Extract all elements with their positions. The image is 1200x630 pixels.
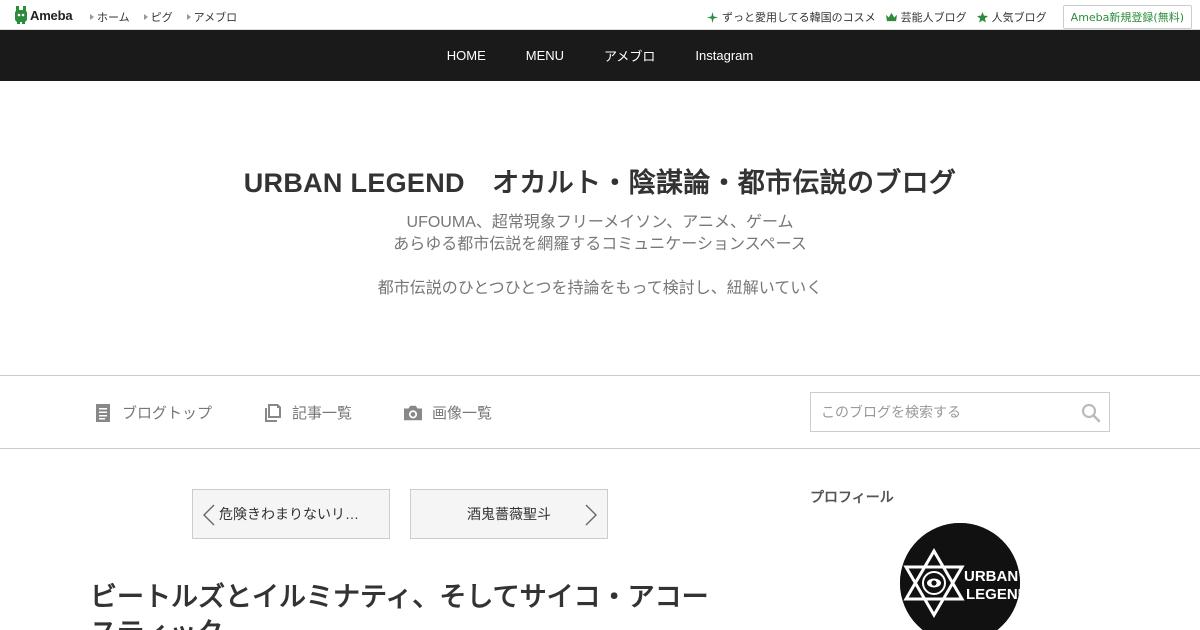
- popular-blog-link[interactable]: 人気ブログ: [976, 9, 1047, 25]
- triangle-right-icon: [186, 14, 191, 20]
- entry-title[interactable]: ビートルズとイルミナティ、そしてサイコ・アコースティック: [90, 579, 730, 630]
- sub-nav-blog-top[interactable]: ブログトップ: [94, 402, 212, 423]
- prev-entry-title: 危険きわまりないリ…: [219, 506, 359, 522]
- triangle-right-icon: [143, 14, 148, 20]
- avatar[interactable]: URBAN LEGEND: [900, 523, 1020, 630]
- blog-nav-bar: HOME MENU アメブロ Instagram: [0, 30, 1200, 81]
- urban-legend-logo: URBAN LEGEND: [900, 523, 1020, 630]
- ameba-mascot-icon: [15, 6, 27, 24]
- blog-nav-home[interactable]: HOME: [447, 48, 486, 63]
- global-nav-pigg[interactable]: ピグ: [143, 9, 173, 25]
- ameba-logo[interactable]: Ameba: [14, 6, 73, 24]
- copy-icon: [265, 403, 282, 422]
- logo-text-urban: URBAN: [964, 568, 1018, 585]
- global-nav-ameblo[interactable]: アメブロ: [186, 9, 237, 25]
- star-icon: [976, 11, 988, 23]
- logo-text-legend: LEGEND: [966, 586, 1020, 603]
- global-header-right: ずっと愛用してる韓国のコスメ 芸能人ブログ 人気ブログ Ameba新規登録(無料…: [707, 5, 1192, 29]
- blog-search-box: [810, 392, 1110, 432]
- celebrity-blog-link[interactable]: 芸能人ブログ: [885, 9, 967, 25]
- blog-description-line: 都市伝説のひとつひとつを持論をもって検討し、紐解いていく: [377, 280, 823, 297]
- blog-sub-nav: ブログトップ 記事一覧 画像一覧: [0, 376, 1200, 449]
- document-icon: [96, 403, 110, 422]
- ameba-logo-text: Ameba: [30, 7, 73, 23]
- profile-heading: プロフィール: [810, 489, 894, 505]
- chevron-left-icon: [203, 504, 215, 526]
- blog-nav-instagram[interactable]: Instagram: [695, 48, 753, 63]
- sparkle-icon: [707, 11, 718, 23]
- ameba-global-nav: ホーム ピグ アメブロ: [90, 9, 237, 25]
- blog-header: URBAN LEGEND オカルト・陰謀論・都市伝説のブログ UFOUMA、超常…: [0, 81, 1200, 376]
- ameba-register-button[interactable]: Ameba新規登録(無料): [1062, 5, 1192, 29]
- blog-nav-menu[interactable]: MENU: [526, 48, 564, 63]
- blog-description: UFOUMA、超常現象フリーメイソン、アニメ、ゲーム あらゆる都市伝説を網羅する…: [0, 212, 1200, 300]
- blog-description-line: UFOUMA、超常現象フリーメイソン、アニメ、ゲーム: [406, 214, 794, 231]
- search-icon[interactable]: [1081, 403, 1101, 423]
- sub-nav-entry-list[interactable]: 記事一覧: [264, 402, 352, 423]
- ameba-global-header: Ameba ホーム ピグ アメブロ ずっと愛用してる韓国のコスメ 芸能人ブログ …: [0, 0, 1200, 30]
- blog-nav-ameblo[interactable]: アメブロ: [604, 46, 655, 65]
- next-entry-title: 酒鬼薔薇聖斗: [467, 506, 551, 522]
- korean-cosme-link[interactable]: ずっと愛用してる韓国のコスメ: [707, 9, 876, 25]
- camera-icon: [404, 405, 423, 420]
- blog-search-input[interactable]: [811, 393, 1071, 431]
- blog-title[interactable]: URBAN LEGEND オカルト・陰謀論・都市伝説のブログ: [0, 161, 1200, 200]
- sub-nav-image-list[interactable]: 画像一覧: [404, 402, 492, 423]
- entry-pager: 危険きわまりないリ… 酒鬼薔薇聖斗: [192, 489, 608, 539]
- crown-icon: [885, 12, 897, 21]
- global-nav-home[interactable]: ホーム: [90, 9, 130, 25]
- chevron-right-icon: [585, 504, 597, 526]
- main-content: 危険きわまりないリ… 酒鬼薔薇聖斗 ビートルズとイルミナティ、そしてサイコ・アコ…: [0, 449, 1200, 630]
- prev-entry-button[interactable]: 危険きわまりないリ…: [192, 489, 390, 539]
- triangle-right-icon: [90, 14, 94, 20]
- next-entry-button[interactable]: 酒鬼薔薇聖斗: [410, 489, 608, 539]
- blog-description-line: あらゆる都市伝説を網羅するコミュニケーションスペース: [393, 236, 807, 253]
